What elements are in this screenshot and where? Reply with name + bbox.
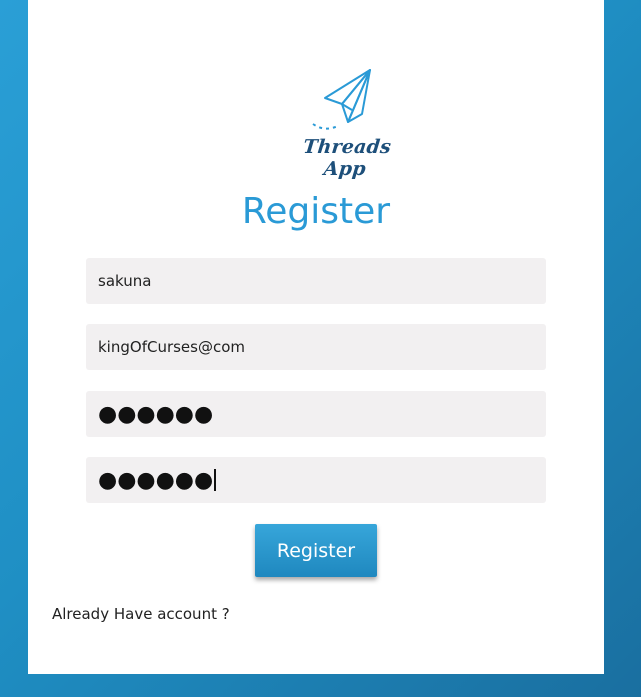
username-value: sakuna: [98, 272, 152, 290]
register-button[interactable]: Register: [255, 524, 377, 577]
email-value: kingOfCurses@com: [98, 338, 246, 356]
password-mask: ●●●●●●: [98, 401, 214, 427]
login-link[interactable]: Already Have account ?: [52, 605, 230, 623]
text-caret: [214, 469, 216, 491]
confirm-password-field[interactable]: ●●●●●●: [86, 457, 546, 503]
paper-plane-icon: [312, 69, 371, 130]
app-logo: Threads App: [286, 66, 406, 180]
password-field[interactable]: ●●●●●●: [86, 391, 546, 437]
username-field[interactable]: sakuna: [86, 258, 546, 304]
confirm-password-mask: ●●●●●●: [98, 467, 214, 493]
logo-text: Threads App: [302, 136, 393, 180]
register-card: Threads App Register sakuna kingOfCurses…: [28, 0, 604, 674]
page-title: Register: [241, 191, 391, 232]
email-field[interactable]: kingOfCurses@com: [86, 324, 546, 370]
